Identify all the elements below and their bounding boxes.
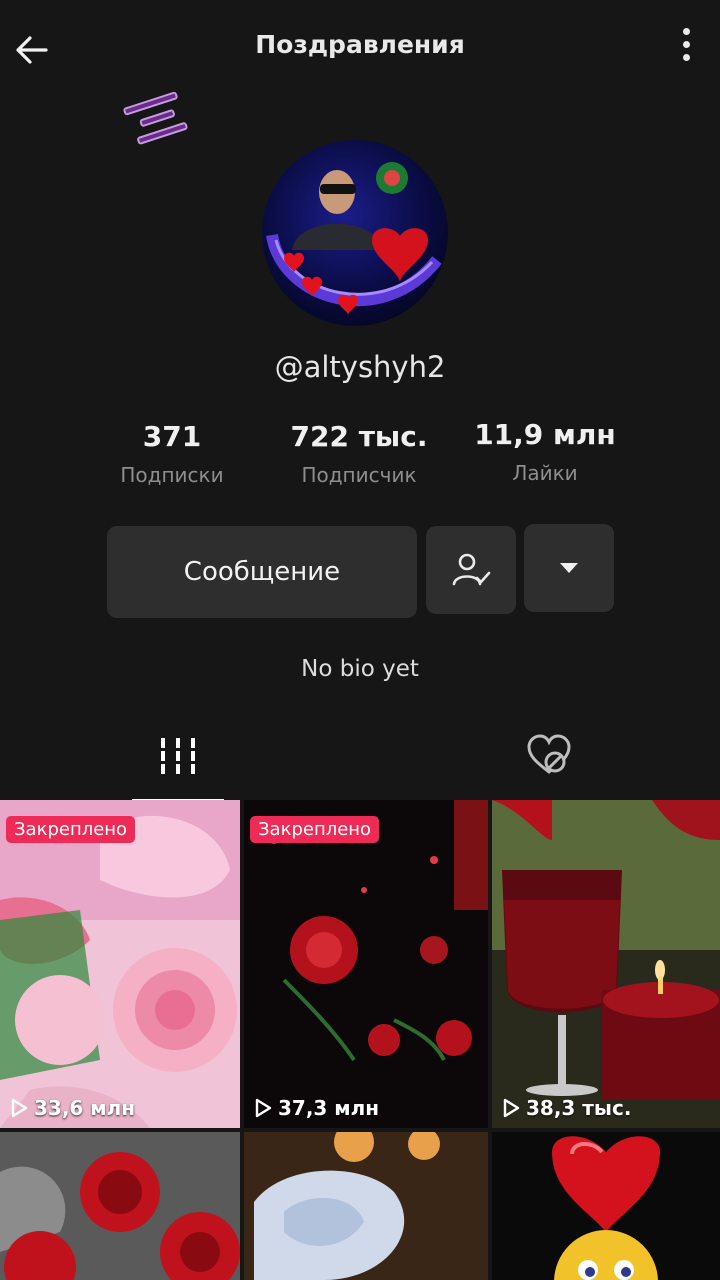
view-count: 37,3 млн xyxy=(254,1096,379,1120)
play-icon xyxy=(11,1098,28,1118)
tab-videos[interactable] xyxy=(134,734,222,802)
profile-stats: 371 Подписки 722 тыс. Подписчик 11,9 млн… xyxy=(0,418,720,500)
avatar-image xyxy=(262,140,448,326)
video-thumbnail xyxy=(0,800,240,1128)
following-status-button[interactable] xyxy=(426,526,516,614)
more-options-button[interactable] xyxy=(674,22,698,66)
view-count-text: 38,3 тыс. xyxy=(526,1096,632,1120)
play-icon xyxy=(255,1098,272,1118)
message-button[interactable]: Сообщение xyxy=(107,526,417,618)
stat-following[interactable]: 371 Подписки xyxy=(72,420,272,487)
likes-label: Лайки xyxy=(512,461,578,485)
stat-followers[interactable]: 722 тыс. Подписчик xyxy=(259,420,459,487)
content-tabs xyxy=(0,720,720,802)
user-check-icon xyxy=(452,553,491,586)
play-icon xyxy=(503,1098,520,1118)
pinned-badge: Закреплено xyxy=(6,816,136,843)
likes-count: 11,9 млн xyxy=(474,418,616,451)
video-grid: Закреплено 33,6 млн Закреплено 37,3 млн xyxy=(0,800,720,1280)
pinned-badge: Закреплено xyxy=(250,816,380,843)
grid-lines-icon xyxy=(158,738,198,774)
video-thumbnail xyxy=(0,1132,240,1280)
profile-bio: No bio yet xyxy=(301,656,419,682)
video-thumbnail xyxy=(492,800,720,1128)
video-thumbnail xyxy=(244,800,488,1128)
view-count: 33,6 млн xyxy=(10,1096,135,1120)
video-thumbnail xyxy=(492,1132,720,1280)
video-tile-4[interactable] xyxy=(0,1132,240,1280)
followers-label: Подписчик xyxy=(301,463,417,487)
caret-down-icon xyxy=(560,563,578,573)
view-count-text: 37,3 млн xyxy=(278,1096,380,1120)
page-title: Поздравления xyxy=(255,30,465,59)
top-bar: Поздравления xyxy=(0,0,720,96)
video-tile-3[interactable]: 38,3 тыс. xyxy=(492,800,720,1128)
video-thumbnail xyxy=(244,1132,488,1280)
video-tile-1[interactable]: Закреплено 33,6 млн xyxy=(0,800,240,1128)
view-count-text: 33,6 млн xyxy=(34,1096,136,1120)
video-tile-6[interactable] xyxy=(492,1132,720,1280)
following-count: 371 xyxy=(142,420,202,453)
stat-likes[interactable]: 11,9 млн Лайки xyxy=(445,418,645,485)
tab-liked[interactable] xyxy=(504,734,594,794)
more-vertical-icon xyxy=(682,27,690,35)
video-tile-5[interactable] xyxy=(244,1132,488,1280)
following-label: Подписки xyxy=(120,463,224,487)
video-tile-2[interactable]: Закреплено 37,3 млн xyxy=(244,800,488,1128)
heart-hidden-icon xyxy=(527,734,571,774)
followers-count: 722 тыс. xyxy=(290,420,428,453)
username: @altyshyh2 xyxy=(274,350,446,384)
view-count: 38,3 тыс. xyxy=(502,1096,631,1120)
avatar[interactable] xyxy=(262,140,448,326)
suggested-accounts-dropdown[interactable] xyxy=(524,524,614,612)
